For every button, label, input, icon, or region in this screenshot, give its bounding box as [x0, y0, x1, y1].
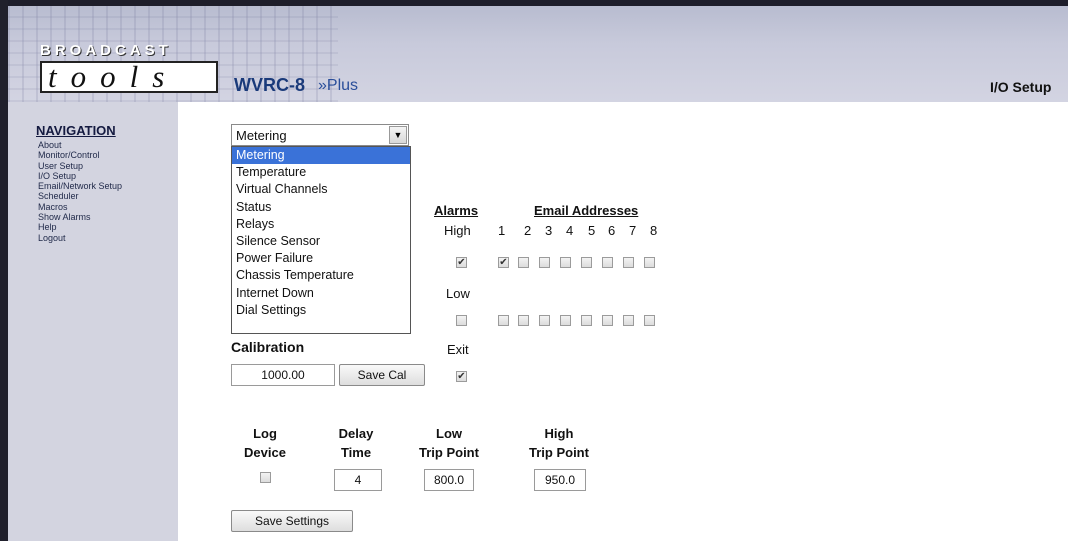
dropdown-option-relays[interactable]: Relays	[232, 216, 410, 233]
alarms-exit-label: Exit	[447, 342, 469, 357]
log-device-header-line1: Log	[253, 426, 277, 441]
broadcast-tools-logo: BROADCAST tools	[40, 42, 220, 98]
alarm-exit-checkbox[interactable]: ✔	[456, 371, 467, 382]
dropdown-option-status[interactable]: Status	[232, 199, 410, 216]
delay-time-header-line1: Delay	[338, 426, 374, 441]
sidebar: NAVIGATION About Monitor/Control User Se…	[8, 102, 178, 541]
nav-item-io-setup[interactable]: I/O Setup	[38, 171, 122, 181]
alarms-high-label: High	[444, 223, 471, 238]
log-device-checkbox[interactable]	[260, 472, 271, 483]
save-settings-button[interactable]: Save Settings	[231, 510, 353, 532]
email-number-7: 7	[629, 223, 637, 238]
navigation-title: NAVIGATION	[36, 123, 116, 138]
nav-item-about[interactable]: About	[38, 140, 122, 150]
email-low-checkbox-6[interactable]	[602, 315, 613, 326]
dropdown-option-chassis-temperature[interactable]: Chassis Temperature	[232, 267, 410, 284]
email-number-8: 8	[650, 223, 658, 238]
email-high-checkbox-8[interactable]	[644, 257, 655, 268]
page-header: BROADCAST tools WVRC-8 »Plus I/O Setup	[8, 6, 1068, 102]
email-high-checkbox-5[interactable]	[581, 257, 592, 268]
metering-select[interactable]: Metering ▼	[231, 124, 409, 146]
email-number-6: 6	[608, 223, 616, 238]
nav-item-scheduler[interactable]: Scheduler	[38, 191, 122, 201]
dropdown-option-metering[interactable]: Metering	[232, 147, 410, 165]
email-number-3: 3	[545, 223, 553, 238]
save-cal-button[interactable]: Save Cal	[339, 364, 425, 386]
email-high-checkbox-1[interactable]: ✔	[498, 257, 509, 268]
nav-item-logout[interactable]: Logout	[38, 233, 122, 243]
metering-dropdown-list: Metering Temperature Virtual Channels St…	[231, 146, 411, 334]
nav-item-user-setup[interactable]: User Setup	[38, 161, 122, 171]
email-low-checkbox-7[interactable]	[623, 315, 634, 326]
dropdown-option-silence-sensor[interactable]: Silence Sensor	[232, 233, 410, 250]
dropdown-option-power-failure[interactable]: Power Failure	[232, 250, 410, 267]
delay-time-input[interactable]: 4	[334, 469, 382, 491]
dropdown-option-temperature[interactable]: Temperature	[232, 164, 410, 181]
email-addresses-title: Email Addresses	[534, 203, 639, 218]
calibration-input[interactable]: 1000.00	[231, 364, 335, 386]
nav-item-macros[interactable]: Macros	[38, 202, 122, 212]
low-trip-point-input[interactable]: 800.0	[424, 469, 474, 491]
high-trip-point-header-line2: Trip Point	[529, 445, 589, 460]
nav-item-help[interactable]: Help	[38, 222, 122, 232]
low-trip-point-header-line2: Trip Point	[419, 445, 479, 460]
main-content: Metering ▼ Metering Temperature Virtual …	[178, 102, 1068, 541]
alarms-low-label: Low	[446, 286, 470, 301]
email-high-checkbox-4[interactable]	[560, 257, 571, 268]
high-trip-point-input[interactable]: 950.0	[534, 469, 586, 491]
email-high-checkbox-7[interactable]	[623, 257, 634, 268]
dropdown-option-dial-settings[interactable]: Dial Settings	[232, 302, 410, 319]
logo-top-text: BROADCAST	[40, 42, 172, 59]
alarm-high-checkbox[interactable]: ✔	[456, 257, 467, 268]
low-trip-point-header-line1: Low	[436, 426, 462, 441]
delay-time-header-line2: Time	[340, 445, 372, 460]
dropdown-option-internet-down[interactable]: Internet Down	[232, 285, 410, 302]
log-device-header-line2: Device	[244, 445, 286, 460]
product-name: WVRC-8	[234, 75, 305, 95]
high-trip-point-header-line1: High	[544, 426, 574, 441]
email-number-1: 1	[498, 223, 506, 238]
email-high-checkbox-2[interactable]	[518, 257, 529, 268]
alarm-low-checkbox[interactable]	[456, 315, 467, 326]
chevron-down-icon[interactable]: ▼	[389, 126, 407, 144]
email-low-checkbox-1[interactable]	[498, 315, 509, 326]
email-number-5: 5	[588, 223, 596, 238]
email-low-checkbox-4[interactable]	[560, 315, 571, 326]
email-number-2: 2	[524, 223, 532, 238]
window-left-border	[0, 0, 8, 541]
alarms-title: Alarms	[434, 203, 479, 218]
email-low-checkbox-8[interactable]	[644, 315, 655, 326]
email-high-checkbox-3[interactable]	[539, 257, 550, 268]
email-high-checkbox-6[interactable]	[602, 257, 613, 268]
email-number-4: 4	[566, 223, 574, 238]
nav-item-monitor-control[interactable]: Monitor/Control	[38, 150, 122, 160]
product-subtitle: »Plus	[318, 77, 359, 94]
nav-item-show-alarms[interactable]: Show Alarms	[38, 212, 122, 222]
navigation-list: About Monitor/Control User Setup I/O Set…	[38, 140, 122, 243]
calibration-label: Calibration	[231, 339, 305, 355]
metering-select-value: Metering	[236, 128, 287, 143]
page-section-title: I/O Setup	[990, 79, 1052, 95]
email-low-checkbox-3[interactable]	[539, 315, 550, 326]
dropdown-option-virtual-channels[interactable]: Virtual Channels	[232, 181, 410, 198]
logo-bottom-text: tools	[40, 61, 218, 93]
email-low-checkbox-5[interactable]	[581, 315, 592, 326]
email-low-checkbox-2[interactable]	[518, 315, 529, 326]
nav-item-email-network-setup[interactable]: Email/Network Setup	[38, 181, 122, 191]
